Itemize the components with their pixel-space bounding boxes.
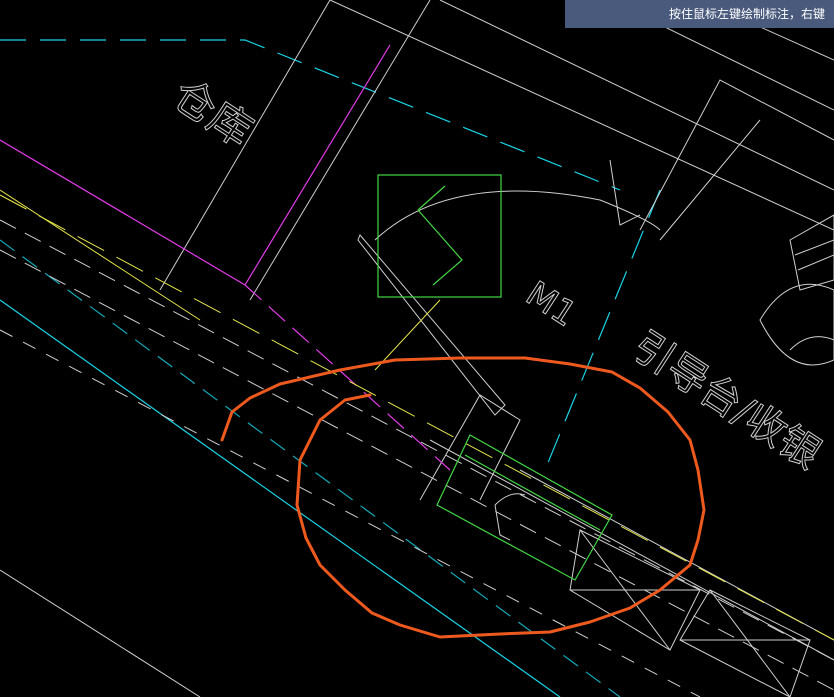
hint-text: 按住鼠标左键绘制标注，右键 bbox=[669, 7, 826, 21]
drawing-hint-bar: 按住鼠标左键绘制标注，右键 bbox=[565, 0, 834, 28]
cad-drawing-canvas[interactable]: 仓库 M1 引导台/收银 bbox=[0, 0, 834, 697]
